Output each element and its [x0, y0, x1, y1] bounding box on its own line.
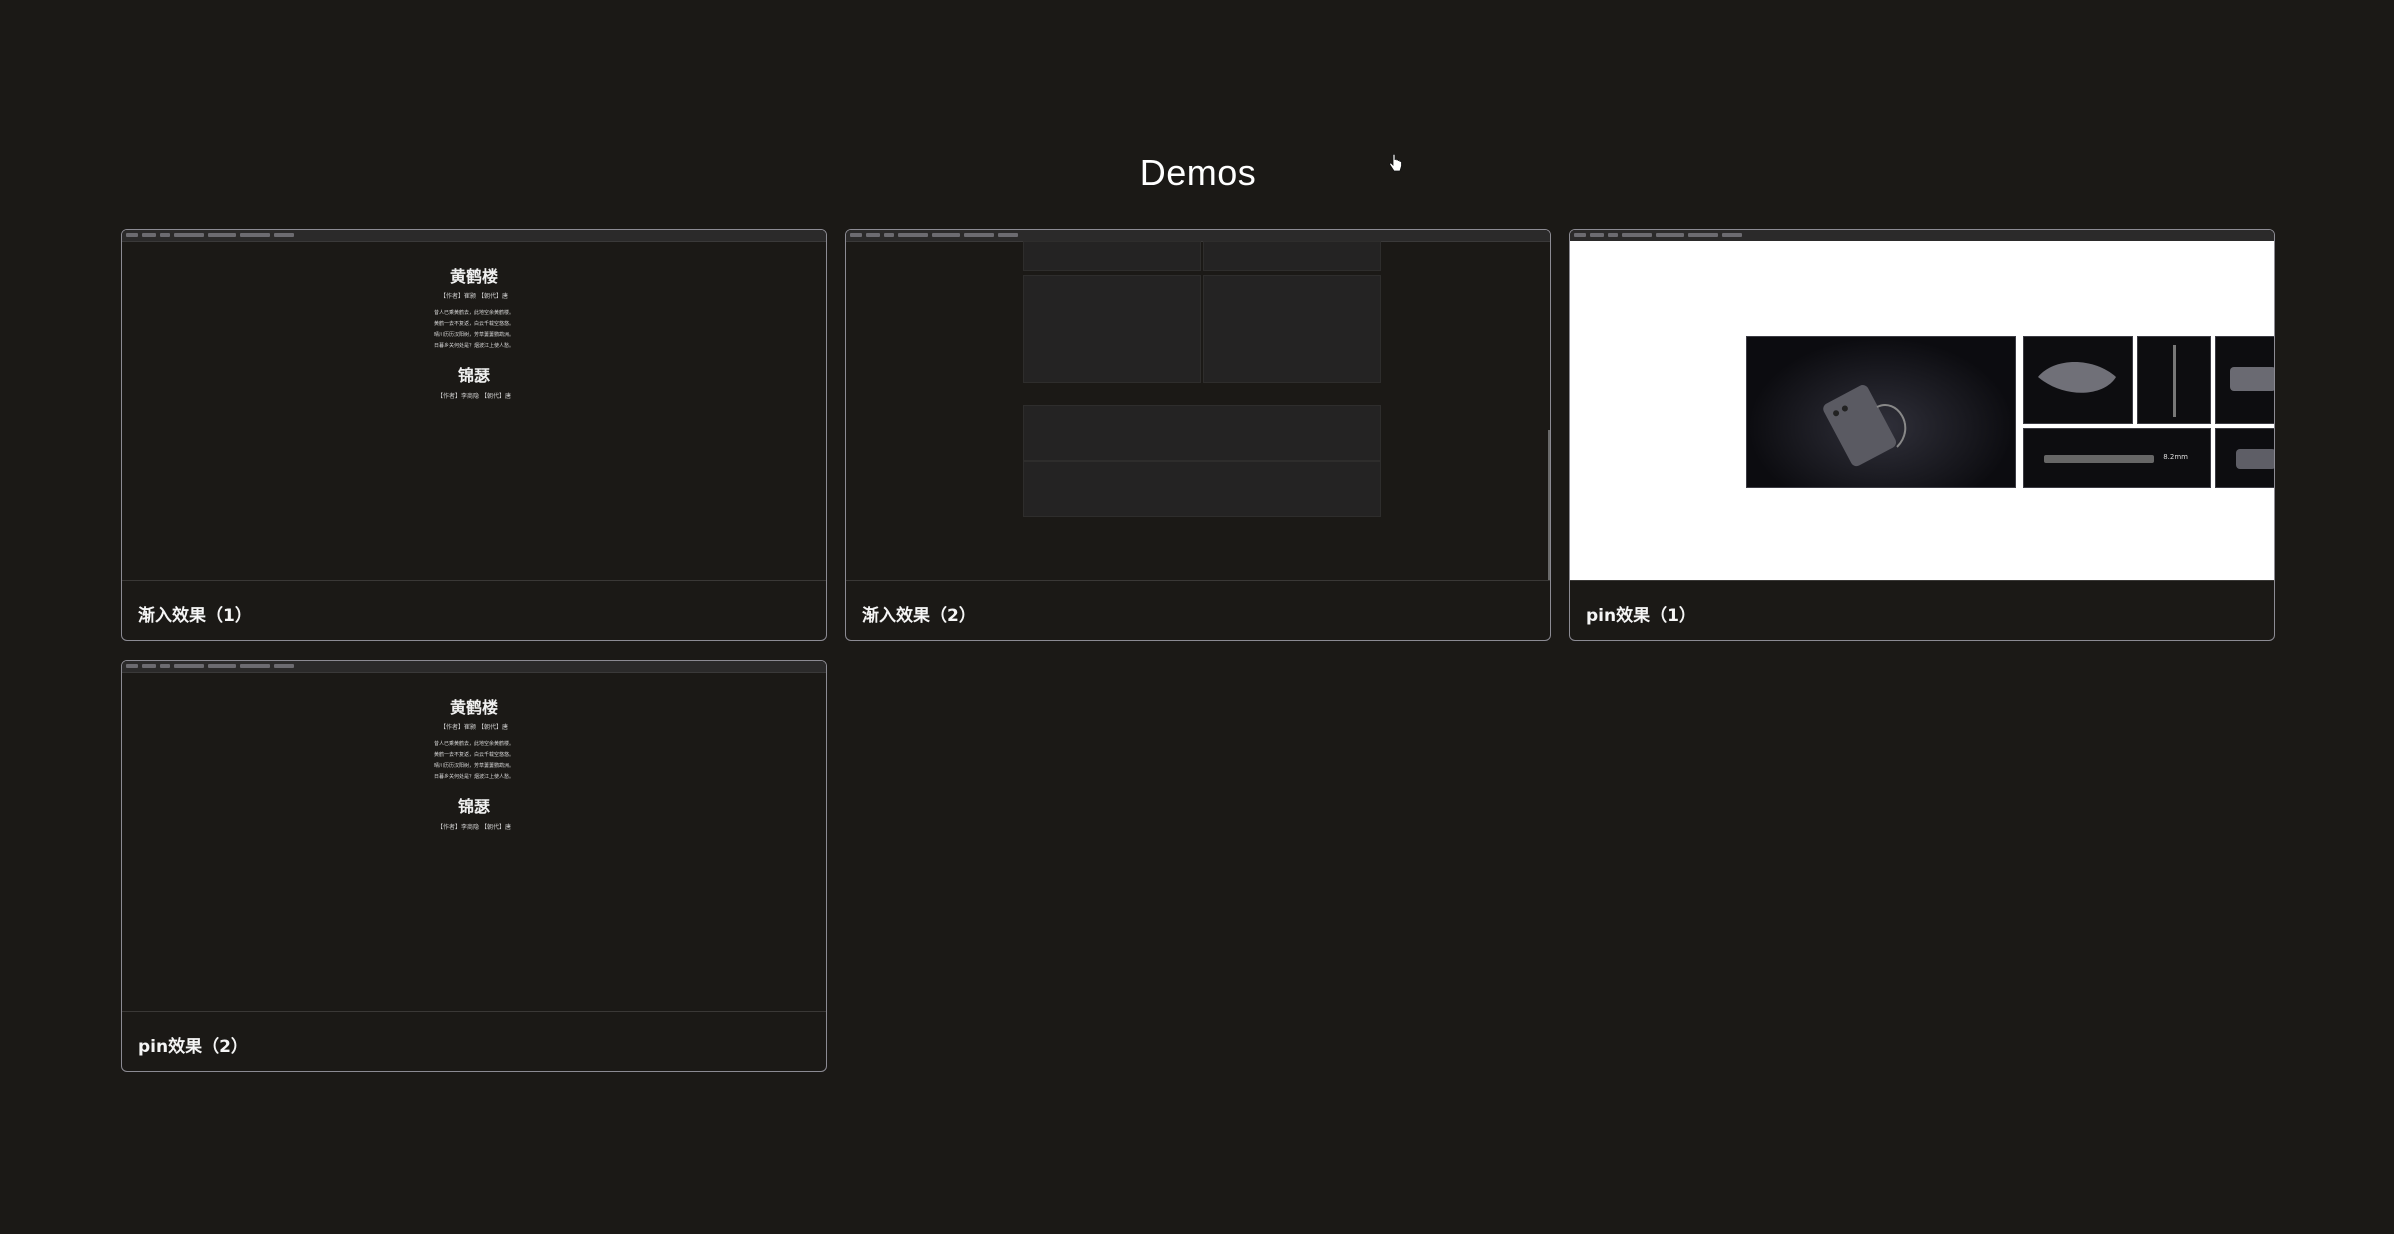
demo-thumbnail: 8.2mm	[1570, 230, 2274, 581]
grid-tile	[1203, 241, 1381, 271]
demo-card-fade-in-1[interactable]: 黄鹤楼 【作者】崔颢 【朝代】唐 昔人已乘黄鹤去，此地空余黄鹤楼。 黄鹤一去不复…	[121, 229, 827, 641]
scrollbar	[1548, 430, 1550, 580]
product-image: 8.2mm	[2023, 428, 2211, 488]
poem-line: 日暮乡关何处是？烟波江上使人愁。	[433, 343, 514, 349]
poem-line: 晴川历历汉阳树，芳草萋萋鹦鹉洲。	[433, 763, 514, 769]
card-label: 渐入效果（1）	[138, 606, 252, 626]
poem-preview: 黄鹤楼 【作者】崔颢 【朝代】唐 昔人已乘黄鹤去，此地空余黄鹤楼。 黄鹤一去不复…	[122, 661, 826, 1011]
card-label: pin效果（1）	[1586, 606, 1696, 626]
poem-title: 黄鹤楼	[449, 267, 498, 286]
card-label: 渐入效果（2）	[862, 606, 976, 626]
poem-title: 黄鹤楼	[449, 698, 498, 717]
demo-card-pin-2[interactable]: 黄鹤楼 【作者】崔颢 【朝代】唐 昔人已乘黄鹤去，此地空余黄鹤楼。 黄鹤一去不复…	[121, 660, 827, 1072]
poem-meta-2: 【作者】李商隐 【朝代】唐	[437, 824, 511, 831]
poem-line: 昔人已乘黄鹤去，此地空余黄鹤楼。	[433, 741, 514, 747]
grid-tile	[1203, 275, 1381, 383]
poem-line: 晴川历历汉阳树，芳草萋萋鹦鹉洲。	[433, 332, 514, 338]
demo-card-fade-in-2[interactable]: 渐入效果（2）	[845, 229, 1551, 641]
demo-thumbnail	[846, 230, 1550, 581]
poem-line: 黄鹤一去不复返，白云千载空悠悠。	[433, 321, 514, 327]
poem-meta-2: 【作者】李商隐 【朝代】唐	[437, 393, 511, 400]
poem-title-2: 锦瑟	[457, 366, 490, 385]
product-image	[1746, 336, 2016, 488]
page-title: Demos	[1139, 152, 1257, 193]
poem-line: 日暮乡关何处是？烟波江上使人愁。	[433, 774, 514, 780]
grid-tile	[1023, 405, 1381, 461]
grid-tile	[1023, 461, 1381, 517]
poem-title-2: 锦瑟	[457, 797, 490, 816]
demo-thumbnail: 黄鹤楼 【作者】崔颢 【朝代】唐 昔人已乘黄鹤去，此地空余黄鹤楼。 黄鹤一去不复…	[122, 230, 826, 581]
grid-tile	[1023, 275, 1201, 383]
card-label: pin效果（2）	[138, 1037, 248, 1057]
product-image	[2215, 428, 2274, 488]
product-image	[2215, 336, 2274, 424]
poem-line: 黄鹤一去不复返，白云千载空悠悠。	[433, 752, 514, 758]
demo-thumbnail: 黄鹤楼 【作者】崔颢 【朝代】唐 昔人已乘黄鹤去，此地空余黄鹤楼。 黄鹤一去不复…	[122, 661, 826, 1012]
poem-line: 昔人已乘黄鹤去，此地空余黄鹤楼。	[433, 310, 514, 316]
demos-page: Demos 黄鹤楼 【作者】崔颢 【朝代】唐 昔人已乘黄鹤去，此地空余黄鹤楼。 …	[0, 0, 2394, 1234]
poem-meta: 【作者】崔颢 【朝代】唐	[440, 293, 508, 300]
product-image	[2023, 336, 2133, 424]
demo-card-pin-1[interactable]: 8.2mm pin效果（1）	[1569, 229, 2275, 641]
dimension-label: 8.2mm	[2163, 453, 2188, 461]
grid-tile	[1023, 241, 1201, 271]
hand-pointer-icon	[1389, 154, 1402, 172]
product-image	[2137, 336, 2211, 424]
poem-preview: 黄鹤楼 【作者】崔颢 【朝代】唐 昔人已乘黄鹤去，此地空余黄鹤楼。 黄鹤一去不复…	[122, 230, 826, 580]
poem-meta: 【作者】崔颢 【朝代】唐	[440, 724, 508, 731]
